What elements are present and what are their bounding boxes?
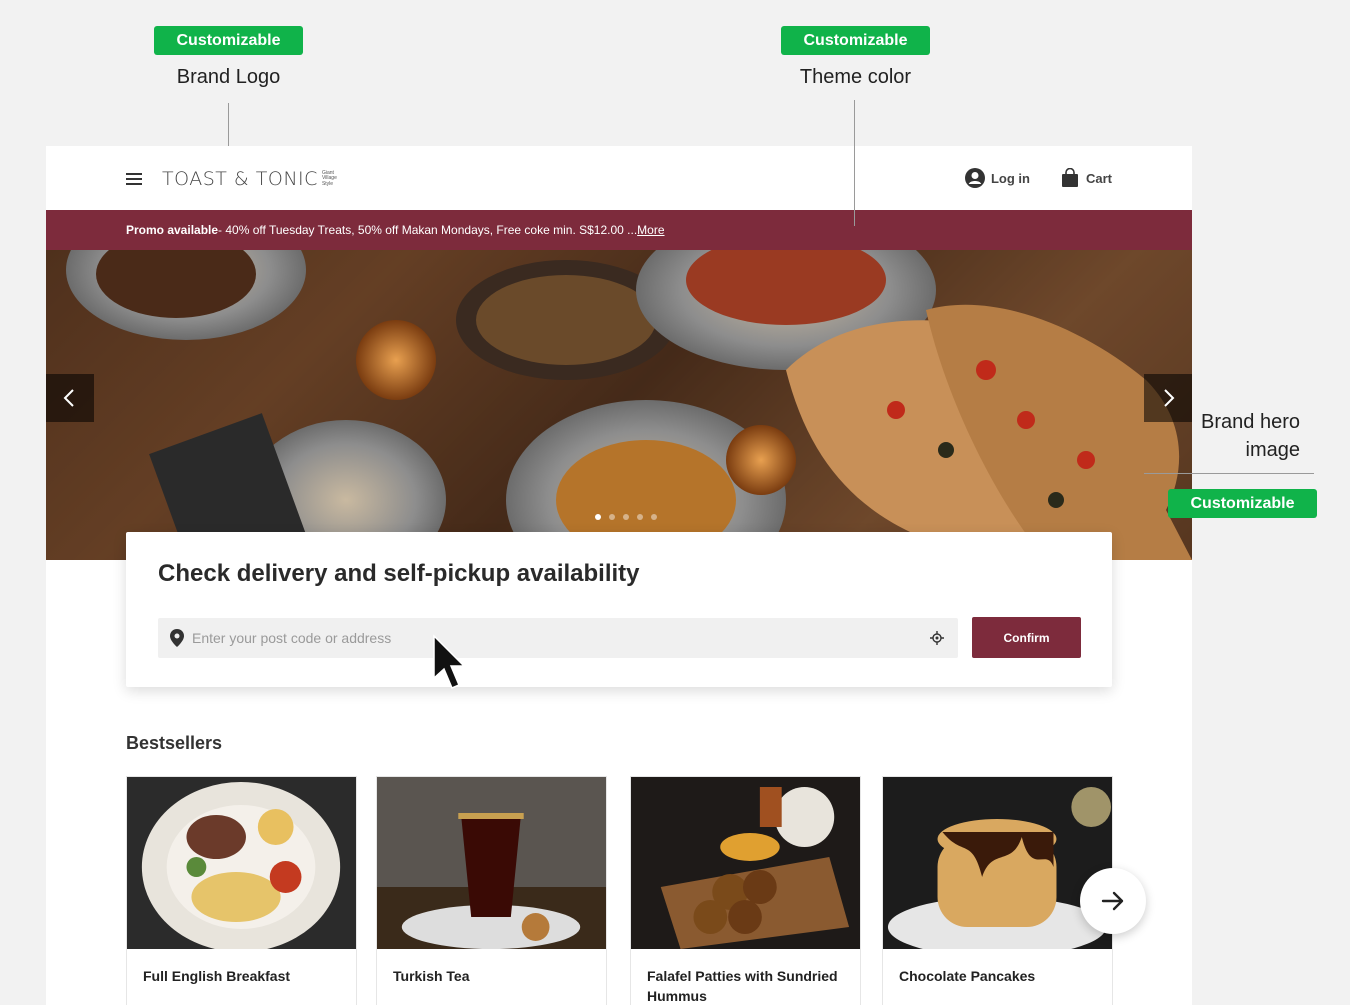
product-card[interactable]: Falafel Patties with Sundried Hummus (630, 776, 861, 1005)
cart-button[interactable]: Cart (1060, 168, 1112, 188)
location-pin-icon (170, 629, 184, 647)
product-image (631, 777, 860, 949)
arrow-right-icon (1101, 891, 1124, 911)
promo-banner: Promo available - 40% off Tuesday Treats… (46, 210, 1192, 250)
hero-callout-line (1144, 473, 1314, 474)
hero-next-button[interactable] (1144, 374, 1192, 422)
promo-more-link[interactable]: More (637, 223, 664, 237)
product-card[interactable]: Turkish Tea (376, 776, 607, 1005)
logo-text: TOAST & TONIC (162, 168, 318, 190)
promo-text: - 40% off Tuesday Treats, 50% off Makan … (218, 223, 638, 237)
product-name: Chocolate Pancakes (899, 968, 1036, 984)
hero-prev-button[interactable] (46, 374, 94, 422)
hero-label-line2: image (1245, 439, 1300, 461)
customizable-badge-hero: Customizable (1168, 489, 1317, 518)
hero-label-line1: Brand hero (1201, 411, 1300, 433)
carousel-dot[interactable] (623, 514, 629, 520)
header-actions: Log in Cart (964, 168, 1112, 188)
product-image (377, 777, 606, 949)
theme-callout-line (854, 100, 855, 226)
login-label: Log in (990, 170, 1030, 186)
confirm-button[interactable]: Confirm (972, 617, 1081, 658)
customizable-badge-theme: Customizable (781, 26, 930, 55)
product-image (127, 777, 356, 952)
product-name: Full English Breakfast (143, 968, 291, 984)
carousel-dots (595, 514, 657, 520)
bestsellers-title: Bestsellers (126, 733, 223, 753)
product-card[interactable]: Chocolate Pancakes (882, 776, 1113, 1005)
login-button[interactable]: Log in (964, 168, 1030, 188)
logo-subtext: Giant Village Style (321, 169, 337, 187)
brand-logo-label: Brand Logo (176, 66, 281, 88)
availability-title: Check delivery and self-pickup availabil… (158, 560, 640, 587)
cart-label: Cart (1085, 170, 1112, 186)
user-icon (964, 168, 985, 188)
product-name: Falafel Patties with Sundried Hummus (647, 968, 838, 1004)
chevron-right-icon (1164, 389, 1175, 407)
carousel-dot[interactable] (651, 514, 657, 520)
chevron-left-icon (63, 389, 74, 407)
locate-me-icon[interactable] (930, 631, 944, 645)
address-input[interactable] (184, 618, 930, 658)
availability-card: Check delivery and self-pickup availabil… (126, 532, 1112, 687)
carousel-dot[interactable] (637, 514, 643, 520)
product-image (883, 777, 1112, 957)
hero-carousel (46, 250, 1192, 560)
customizable-badge-logo: Customizable (154, 26, 303, 55)
address-field[interactable] (158, 618, 958, 658)
cart-icon (1061, 168, 1078, 187)
mouse-cursor-icon (433, 634, 466, 689)
carousel-dot[interactable] (595, 514, 601, 520)
site-header: TOAST & TONIC Giant Village Style Log in… (46, 146, 1192, 210)
hero-image-label: Brand hero image (1196, 408, 1300, 464)
carousel-dot[interactable] (609, 514, 615, 520)
product-name: Turkish Tea (393, 968, 470, 984)
theme-color-label: Theme color (799, 66, 912, 88)
promo-bold: Promo available (126, 223, 219, 237)
website-mockup: TOAST & TONIC Giant Village Style Log in… (46, 146, 1192, 1005)
brand-logo[interactable]: TOAST & TONIC Giant Village Style (162, 168, 340, 190)
bestsellers-next-button[interactable] (1080, 868, 1146, 934)
product-card[interactable]: Full English Breakfast (126, 776, 357, 1005)
menu-icon[interactable] (126, 173, 142, 185)
